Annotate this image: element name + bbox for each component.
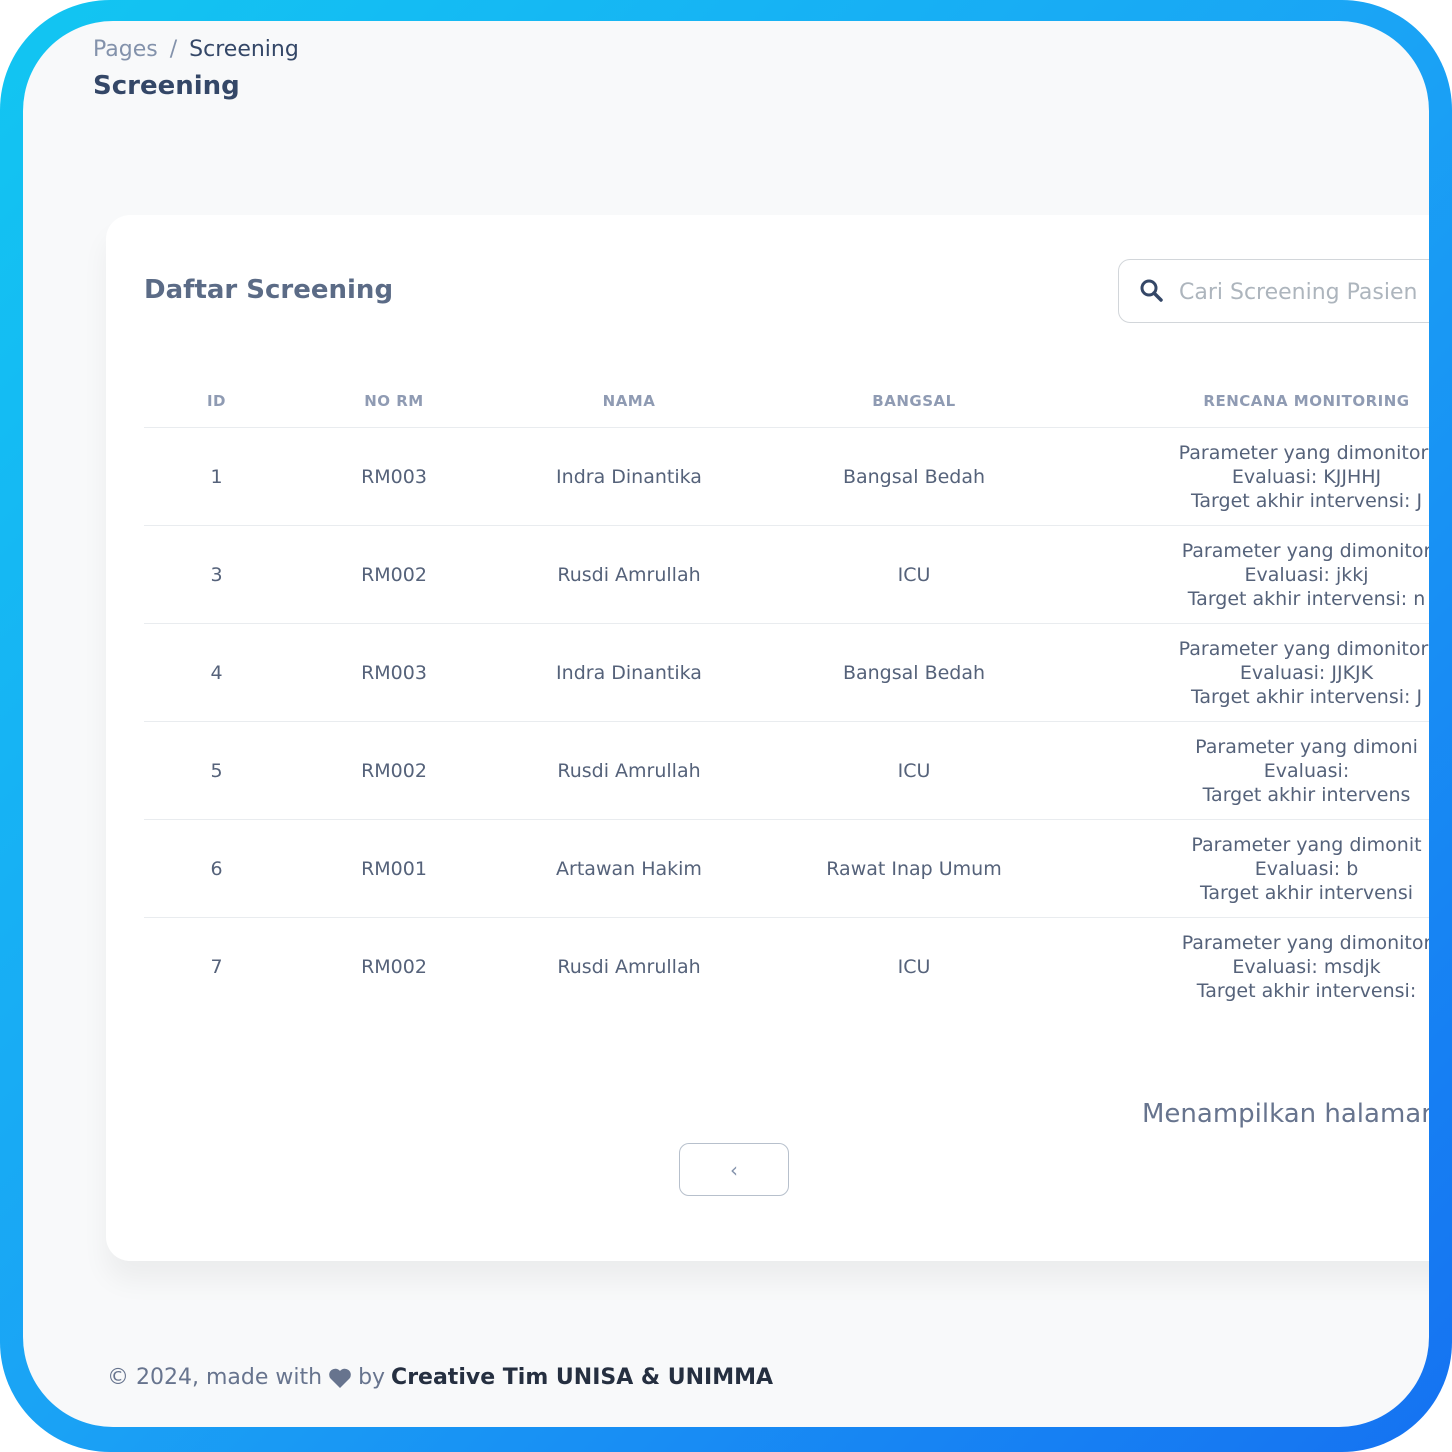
prev-page-button[interactable]: ‹	[679, 1143, 789, 1196]
monitoring-line: Target akhir intervensi	[1199, 881, 1414, 904]
monitoring-line: Evaluasi: msdjk	[1232, 955, 1381, 978]
cell-bangsal: Rawat Inap Umum	[759, 819, 1069, 918]
footer-prefix: © 2024, made with	[107, 1365, 323, 1390]
cell-nama: Indra Dinantika	[499, 623, 759, 722]
cell-no-rm: RM002	[361, 955, 427, 978]
search-icon	[1140, 279, 1163, 302]
footer-brand-link[interactable]: Creative Tim UNISA & UNIMMA	[391, 1365, 773, 1390]
header-no-rm[interactable]: NO RM	[289, 375, 499, 428]
search-box[interactable]	[1118, 259, 1429, 323]
table-row[interactable]: 6 RM001 Artawan Hakim Rawat Inap Umum Parame…	[144, 819, 1429, 918]
cell-bangsal: ICU	[759, 721, 1069, 820]
table-row[interactable]: 3 RM002 Rusdi Amrullah ICU Parameter yang di…	[144, 525, 1429, 624]
cell-bangsal: ICU	[759, 525, 1069, 624]
screening-card: Daftar Screening ID NO RM NAMA	[106, 215, 1429, 1261]
cell-no-rm: RM003	[289, 623, 499, 722]
table-row[interactable]: 5 RM002 Rusdi Amrullah ICU Parameter yang di…	[144, 721, 1429, 820]
breadcrumb: Pages / Screening	[93, 37, 299, 62]
monitoring-line: Evaluasi: KJJHHJ	[1231, 465, 1382, 488]
monitoring-line: Target akhir intervensi:	[1196, 979, 1417, 1002]
cell-nama: Artawan Hakim	[499, 819, 759, 918]
cell-id: 5	[144, 721, 289, 820]
cell-id: 3	[144, 525, 289, 624]
cell-rencana-monitoring: Parameter yang dimonitor Evaluasi: msdjk T…	[1069, 918, 1429, 1016]
cell-no-rm: RM002	[289, 721, 499, 820]
search-input[interactable]	[1177, 272, 1429, 312]
monitoring-line: Parameter yang dimonitor	[1181, 931, 1429, 954]
cell-rencana-monitoring: Parameter yang dimoni Evaluasi: Target akh…	[1069, 721, 1429, 820]
device-frame: Pages / Screening Screening Daftar Scree…	[0, 0, 1452, 1452]
breadcrumb-root[interactable]: Pages	[93, 37, 158, 62]
monitoring-line: Parameter yang dimonitor:	[1178, 637, 1429, 660]
footer: © 2024, made with by Creative Tim UNISA …	[107, 1365, 773, 1390]
table-row[interactable]: 1 RM003 Indra Dinantika Bangsal Bedah Parame…	[144, 427, 1429, 526]
cell-nama: Indra Dinantika	[499, 427, 759, 526]
cell-id: 7	[210, 955, 223, 978]
table-row[interactable]: 4 RM003 Indra Dinantika Bangsal Bedah Parame…	[144, 623, 1429, 722]
cell-nama: Rusdi Amrullah	[557, 955, 701, 978]
monitoring-line: Parameter yang dimonit	[1191, 833, 1422, 856]
breadcrumb-current: Screening	[189, 37, 299, 62]
cell-nama: Rusdi Amrullah	[499, 525, 759, 624]
monitoring-line: Target akhir intervensi: J	[1190, 685, 1423, 708]
monitoring-line: Evaluasi: JJKJK	[1239, 661, 1374, 684]
pagination-info: Menampilkan halaman 1	[1142, 1099, 1429, 1129]
cell-id: 6	[144, 819, 289, 918]
cell-no-rm: RM001	[289, 819, 499, 918]
breadcrumb-separator: /	[169, 37, 178, 62]
chevron-left-icon: ‹	[730, 1157, 738, 1182]
monitoring-line: Evaluasi: b	[1254, 857, 1359, 880]
app-screen: Pages / Screening Screening Daftar Scree…	[23, 21, 1429, 1427]
monitoring-line: Parameter yang dimoni	[1195, 735, 1418, 758]
cell-rencana-monitoring: Parameter yang dimonitor: Evaluasi: JJKJ…	[1069, 623, 1429, 722]
cell-id: 4	[144, 623, 289, 722]
cell-rencana-monitoring: Parameter yang dimonit Evaluasi: b Target …	[1069, 819, 1429, 918]
monitoring-line: Parameter yang dimonitor	[1181, 539, 1429, 562]
monitoring-line: Parameter yang dimonitor:	[1178, 441, 1429, 464]
cell-no-rm: RM003	[289, 427, 499, 526]
cell-bangsal: ICU	[897, 955, 931, 978]
cell-nama: Rusdi Amrullah	[499, 721, 759, 820]
footer-by: by	[358, 1365, 386, 1390]
card-title: Daftar Screening	[144, 275, 394, 305]
cell-id: 1	[144, 427, 289, 526]
monitoring-line: Evaluasi: jkkj	[1244, 563, 1369, 586]
monitoring-line: Target akhir intervens	[1202, 783, 1411, 806]
header-id[interactable]: ID	[144, 375, 289, 428]
cell-bangsal: Bangsal Bedah	[759, 427, 1069, 526]
cell-rencana-monitoring: Parameter yang dimonitor Evaluasi: jkkj Ta…	[1069, 525, 1429, 624]
monitoring-line: Target akhir intervensi: J	[1190, 489, 1423, 512]
monitoring-line: Target akhir intervensi: n	[1187, 587, 1426, 610]
heart-icon	[329, 1368, 351, 1388]
cell-rencana-monitoring: Parameter yang dimonitor: Evaluasi: KJJH…	[1069, 427, 1429, 526]
table-row[interactable]: 7 RM002 Rusdi Amrullah ICU Parameter yang di…	[144, 918, 1429, 1016]
monitoring-line: Evaluasi:	[1263, 759, 1350, 782]
cell-bangsal: Bangsal Bedah	[759, 623, 1069, 722]
page-title: Screening	[93, 71, 240, 101]
screening-table: ID NO RM NAMA BANGSAL RENCANA MONITORING…	[144, 375, 1429, 1015]
header-nama[interactable]: NAMA	[499, 375, 759, 428]
table-header-row: ID NO RM NAMA BANGSAL RENCANA MONITORING	[144, 375, 1429, 428]
header-bangsal[interactable]: BANGSAL	[759, 375, 1069, 428]
header-rencana-monitoring[interactable]: RENCANA MONITORING	[1069, 375, 1429, 428]
cell-no-rm: RM002	[289, 525, 499, 624]
